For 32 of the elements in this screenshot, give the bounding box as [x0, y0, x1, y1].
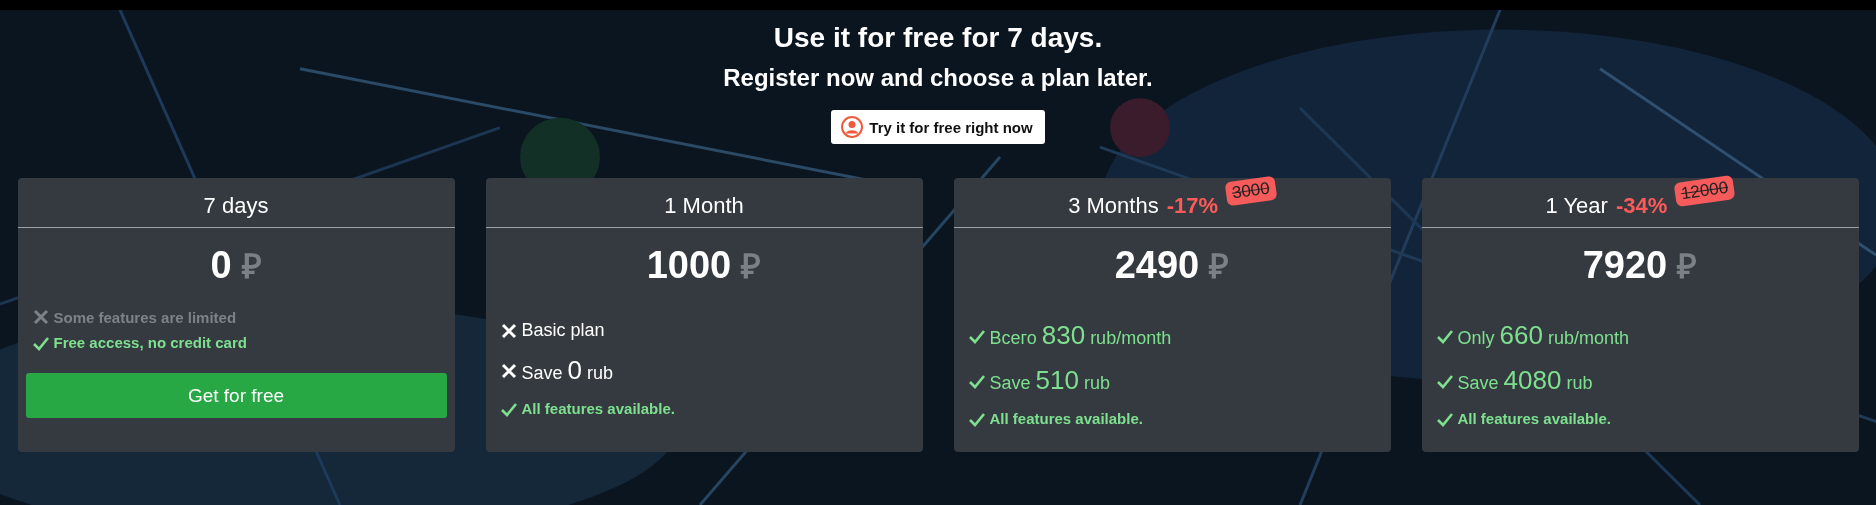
feature-text: All features available. — [989, 410, 1143, 427]
currency-sign: ₽ — [241, 246, 262, 287]
feature-text: Save 4080 rub — [1457, 365, 1593, 396]
plan-name: 3 Months — [1068, 193, 1159, 219]
plan-name: 1 Month — [664, 193, 744, 219]
try-free-button[interactable]: Try it for free right now — [831, 110, 1045, 144]
plan-price: 0 — [210, 244, 232, 287]
currency-sign: ₽ — [741, 246, 762, 287]
plan-name: 7 days — [203, 193, 269, 219]
cross-icon — [499, 321, 518, 340]
cross-icon — [499, 361, 518, 380]
feature-text: Save 510 rub — [989, 365, 1110, 396]
feature-text: Free access, no credit card — [53, 334, 247, 351]
feature-text: Only 660 rub/month — [1457, 320, 1629, 351]
cross-icon — [31, 308, 50, 326]
feature-text: Save 0 rub — [521, 355, 614, 386]
feature-text: Some features are limited — [53, 308, 237, 326]
feature-text: Всего 830 rub/month — [989, 320, 1172, 351]
plan-price: 2490 — [1114, 244, 1200, 287]
plan-name: 1 Year — [1545, 193, 1608, 219]
plan-price: 1000 — [646, 244, 732, 287]
currency-sign: ₽ — [1209, 246, 1230, 287]
discount-percent: -34% — [1615, 193, 1668, 219]
user-icon — [841, 116, 864, 138]
plan-price: 7920 — [1582, 244, 1668, 287]
discount-percent: -17% — [1166, 193, 1218, 219]
feature-text: Basic plan — [521, 320, 605, 341]
feature-text: All features available. — [1457, 410, 1611, 427]
currency-sign: ₽ — [1677, 246, 1698, 287]
hero-title: Use it for free for 7 days. — [773, 21, 1103, 55]
hero-subtitle: Register now and choose a plan later. — [723, 63, 1153, 93]
feature-text: All features available. — [521, 400, 675, 417]
